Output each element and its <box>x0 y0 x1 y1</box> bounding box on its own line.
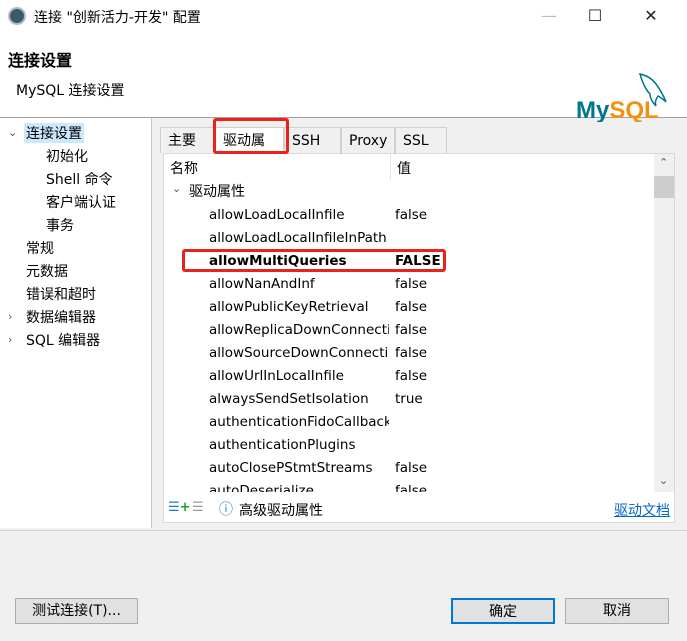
scroll-thumb[interactable] <box>654 176 674 198</box>
table-row[interactable]: allowUrlInLocalInfile false <box>164 365 654 388</box>
property-value[interactable]: false <box>395 365 427 388</box>
property-value[interactable]: false <box>395 480 427 492</box>
tree-item[interactable]: 数据编辑器 <box>26 307 96 327</box>
remove-property-icon[interactable]: ☰ <box>192 500 204 515</box>
app-icon <box>8 7 26 25</box>
table-row[interactable]: authenticationFidoCallbackHandler <box>164 411 654 434</box>
table-row[interactable]: allowSourceDownConnections false <box>164 342 654 365</box>
tree-item[interactable]: 客户端认证 <box>46 192 116 212</box>
group-label: 驱动属性 <box>189 184 245 200</box>
tree-item[interactable]: SQL 编辑器 <box>26 330 100 350</box>
driver-docs-link[interactable]: 驱动文档 <box>614 500 670 520</box>
table-row[interactable]: alwaysSendSetIsolation true <box>164 388 654 411</box>
page-subtitle: MySQL 连接设置 <box>16 83 125 99</box>
maximize-button[interactable]: ☐ <box>572 0 618 32</box>
property-name: alwaysSendSetIsolation <box>209 391 369 407</box>
tree-item[interactable]: 连接设置 <box>24 123 84 143</box>
tree-item[interactable]: Shell 命令 <box>46 169 113 189</box>
column-header-value[interactable]: 值 <box>397 158 411 178</box>
property-name: allowSourceDownConnections <box>209 345 389 361</box>
tab-3[interactable]: Proxy <box>341 127 395 153</box>
test-connection-button[interactable]: 测试连接(T)... <box>15 598 138 624</box>
table-row[interactable]: allowNanAndInf false <box>164 273 654 296</box>
tree-item[interactable]: 事务 <box>46 215 74 235</box>
property-name: allowReplicaDownConnections <box>209 322 389 338</box>
chevron-right-icon[interactable]: › <box>8 333 12 346</box>
scroll-up-icon[interactable]: ⌃ <box>659 156 668 169</box>
property-name: allowLoadLocalInfile <box>209 207 345 223</box>
tab-4[interactable]: SSL <box>395 127 447 153</box>
cancel-button[interactable]: 取消 <box>565 598 669 624</box>
column-header-name[interactable]: 名称 <box>170 158 198 178</box>
tree-item[interactable]: 常规 <box>26 238 54 258</box>
info-icon: ⓘ <box>219 502 233 518</box>
tree-item[interactable]: 元数据 <box>26 261 68 281</box>
tab-0[interactable]: 主要 <box>160 127 215 153</box>
close-button[interactable]: ✕ <box>628 0 674 32</box>
chevron-down-icon[interactable]: ⌄ <box>172 182 181 195</box>
title-bar: 连接 "创新活力-开发" 配置 — ☐ ✕ <box>0 0 687 32</box>
scrollbar[interactable]: ⌃ ⌄ <box>654 154 674 492</box>
property-value[interactable]: false <box>395 273 427 296</box>
table-row[interactable]: authenticationPlugins <box>164 434 654 457</box>
settings-tree: ⌄ 连接设置初始化 Shell 命令 客户端认证事务常规元数据错误和超时 › 数据编辑器 ›… <box>0 118 152 528</box>
property-name: allowPublicKeyRetrieval <box>209 299 369 315</box>
table-row[interactable]: allowPublicKeyRetrieval false <box>164 296 654 319</box>
property-value[interactable]: false <box>395 457 427 480</box>
property-name: authenticationPlugins <box>209 437 356 453</box>
table-row[interactable]: autoDeserialize false <box>164 480 654 492</box>
page-title: 连接设置 <box>8 51 73 70</box>
chevron-right-icon[interactable]: › <box>8 310 12 323</box>
tab-highlight-box <box>213 118 289 154</box>
property-value[interactable]: false <box>395 319 427 342</box>
dialog-footer: 测试连接(T)... 确定 取消 <box>0 530 687 641</box>
driver-properties-panel: 名称 值 ⌄ 驱动属性 allowLoadLocalInfile false all… <box>163 153 675 523</box>
row-highlight-box <box>182 249 446 272</box>
property-value[interactable]: false <box>395 296 427 319</box>
table-row[interactable]: allowReplicaDownConnections false <box>164 319 654 342</box>
property-name: autoClosePStmtStreams <box>209 460 373 476</box>
property-name: autoDeserialize <box>209 483 314 492</box>
column-divider <box>390 154 391 180</box>
mysql-logo: MySQL <box>576 73 667 122</box>
chevron-down-icon[interactable]: ⌄ <box>8 126 17 139</box>
table-row[interactable]: allowLoadLocalInfile false <box>164 204 654 227</box>
add-property-icon[interactable]: ☰+ <box>168 500 191 515</box>
svg-text:MySQL: MySQL <box>576 97 659 122</box>
property-value[interactable]: false <box>395 204 427 227</box>
property-list: allowLoadLocalInfile false allowLoadLocalI… <box>164 204 654 492</box>
property-name: allowLoadLocalInfileInPath <box>209 230 387 246</box>
window-title: 连接 "创新活力-开发" 配置 <box>34 10 201 26</box>
tab-2[interactable]: SSH <box>284 127 341 153</box>
ok-button[interactable]: 确定 <box>451 598 555 624</box>
property-name: authenticationFidoCallbackHandler <box>209 414 389 430</box>
tree-item[interactable]: 初始化 <box>46 146 88 166</box>
tree-item[interactable]: 错误和超时 <box>26 284 96 304</box>
table-row[interactable]: allowLoadLocalInfileInPath <box>164 227 654 250</box>
property-name: allowUrlInLocalInfile <box>209 368 344 384</box>
property-value[interactable]: false <box>395 342 427 365</box>
scroll-down-icon[interactable]: ⌄ <box>659 474 668 487</box>
dialog-header: 连接设置 MySQL 连接设置 MySQL <box>0 32 687 122</box>
minimize-button[interactable]: — <box>526 0 572 32</box>
property-value[interactable]: true <box>395 388 423 411</box>
advanced-properties-label: 高级驱动属性 <box>239 503 323 519</box>
table-row[interactable]: autoClosePStmtStreams false <box>164 457 654 480</box>
property-name: allowNanAndInf <box>209 276 315 292</box>
